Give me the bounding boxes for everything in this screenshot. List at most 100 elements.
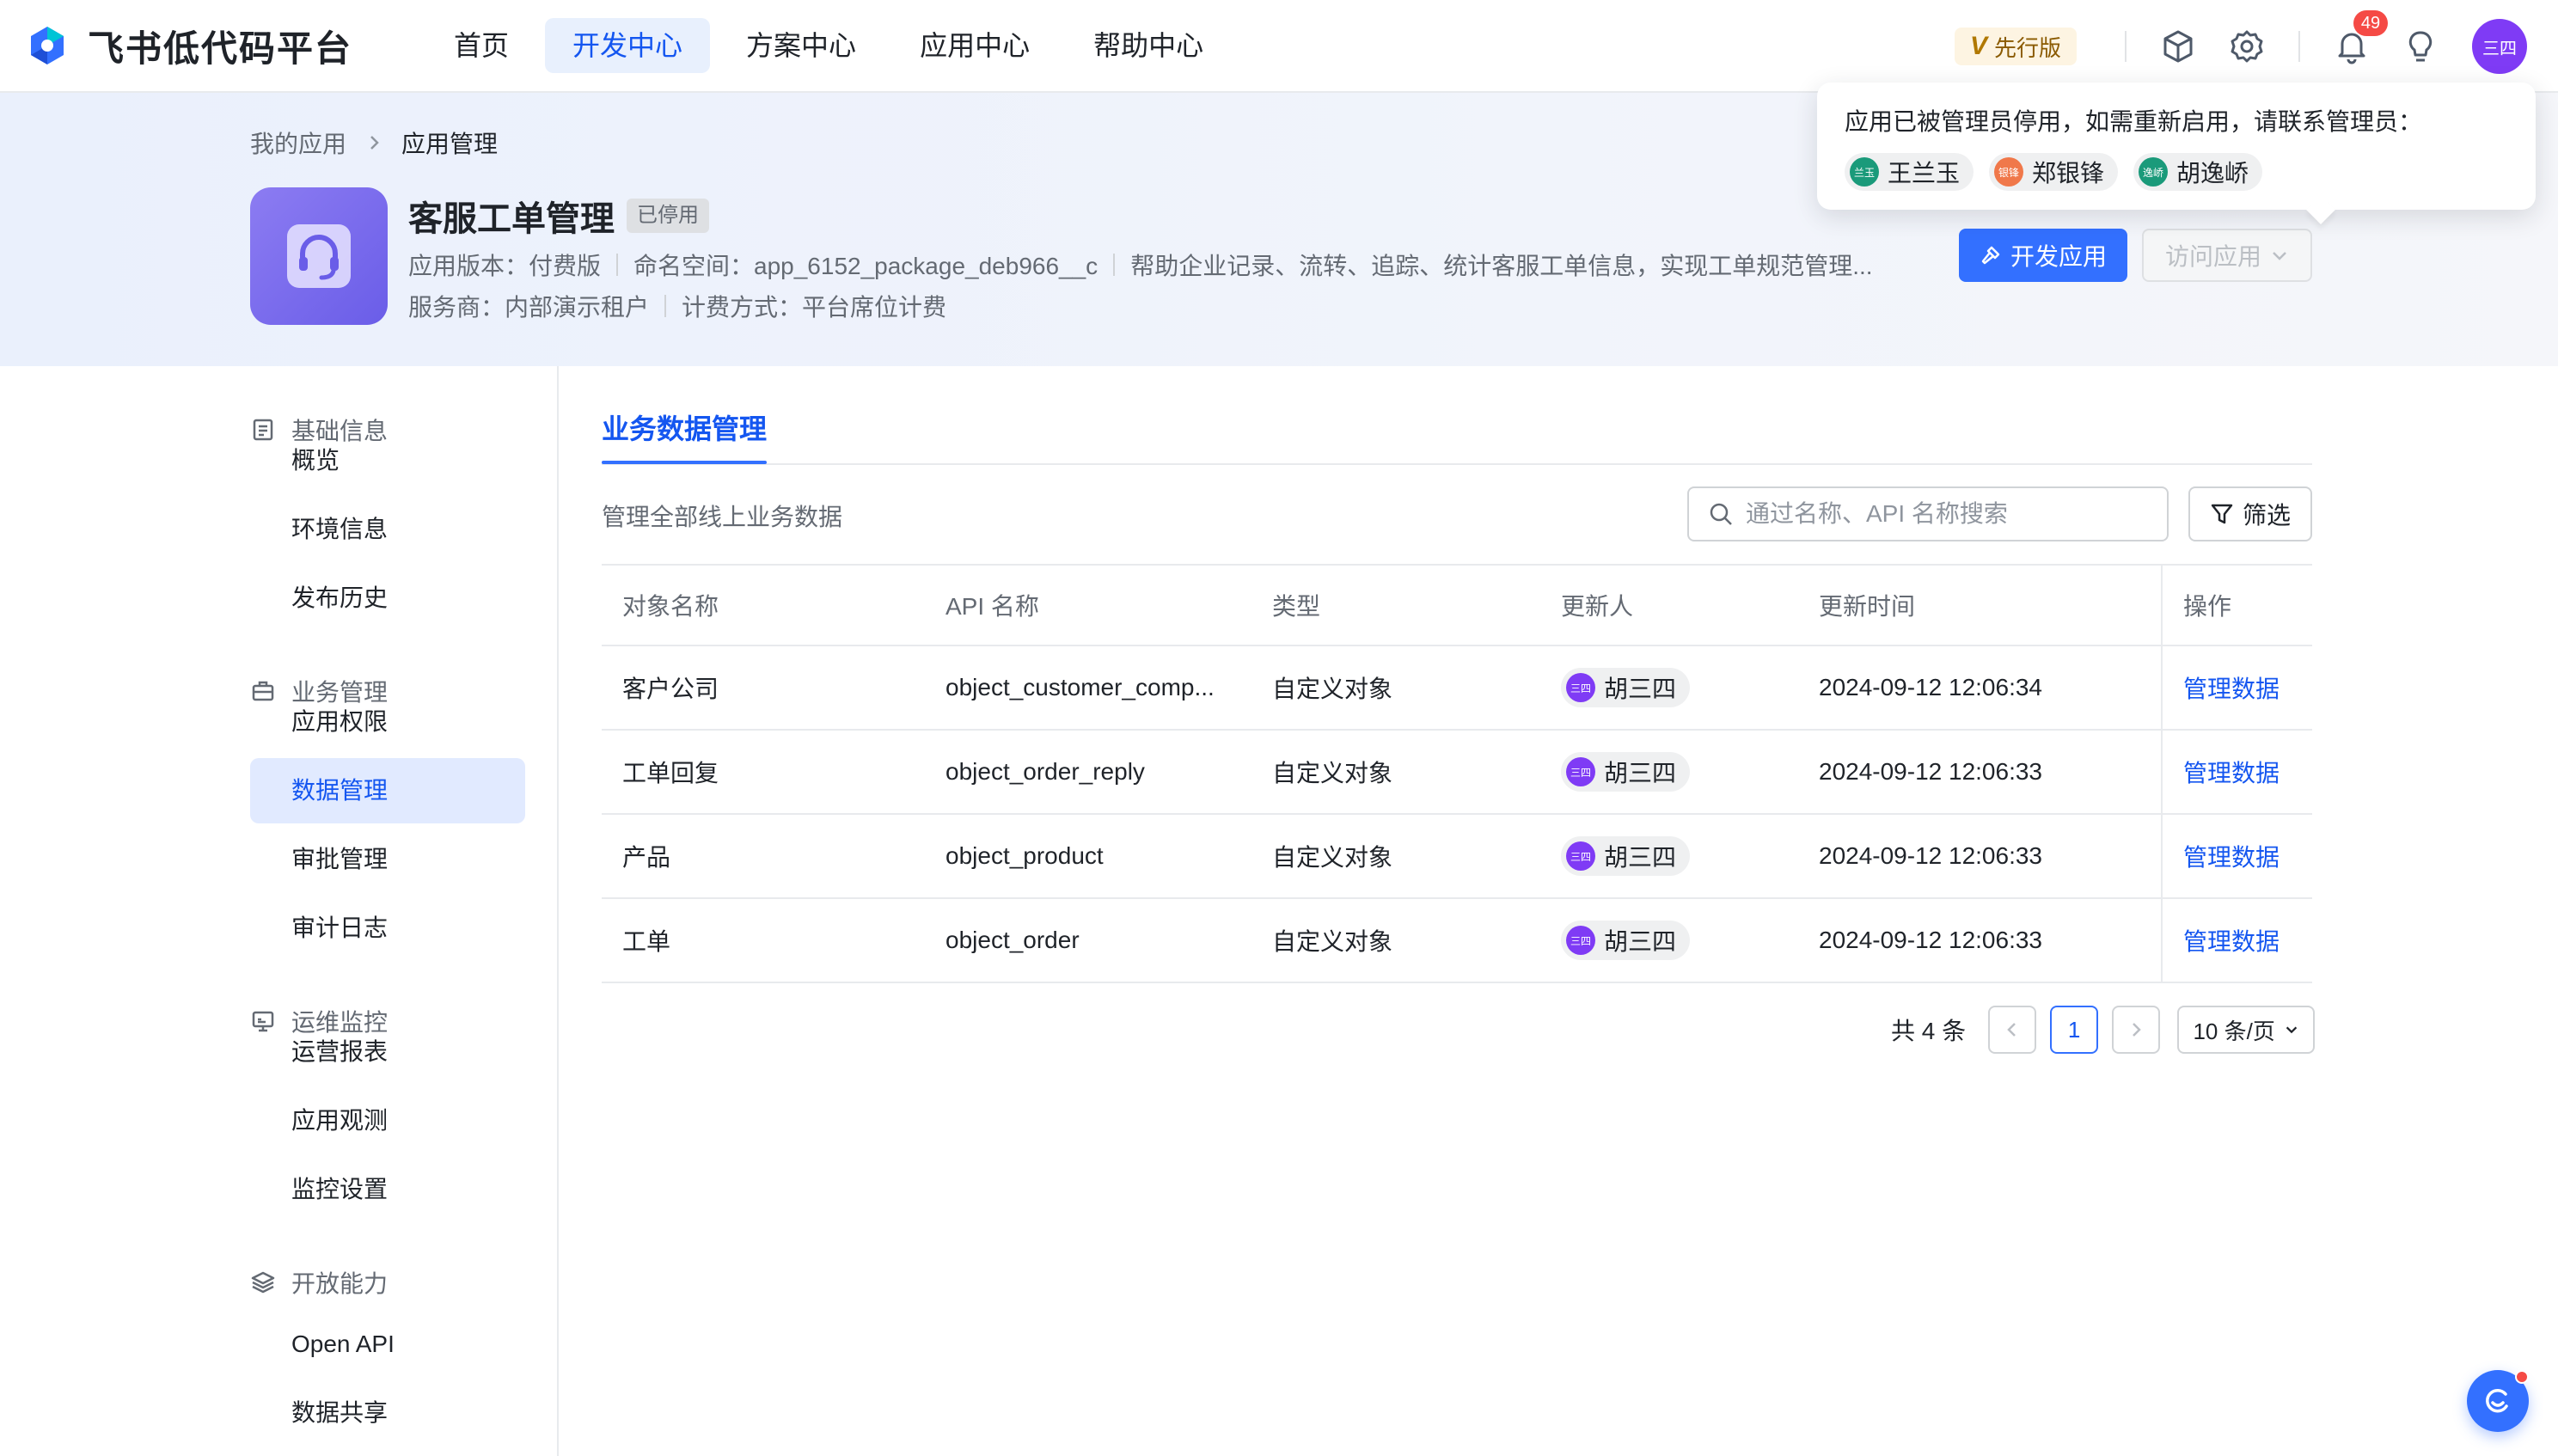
cell-object-name: 产品 [622,844,671,871]
sidebar-item-operation-reports[interactable]: 运营报表 [250,1019,525,1085]
nav-dev-center[interactable]: 开发中心 [545,18,711,73]
cell-api-name: object_order_reply [945,758,1145,785]
logo-text: 飞书低代码平台 [88,28,353,69]
logo-icon [31,27,64,64]
breadcrumb-my-apps[interactable]: 我的应用 [250,125,346,160]
sidebar-item-environment[interactable]: 环境信息 [250,497,525,562]
cell-update-time: 2024-09-12 12:06:33 [1819,842,2042,869]
nav-app-center[interactable]: 应用中心 [892,18,1057,73]
notification-button[interactable]: 49 [2333,10,2388,65]
manage-data-link[interactable]: 管理数据 [2183,670,2280,705]
tab-bar-divider [602,463,2312,465]
page-size-select[interactable]: 10 条/页 [2177,1006,2316,1054]
app-description: 帮助企业记录、流转、追踪、统计客服工单信息，实现工单规范管理... [1130,253,1873,279]
help-chat-button[interactable] [2467,1370,2529,1432]
admin-name: 王兰玉 [1888,160,1961,187]
user-avatar[interactable]: 三四 [2472,19,2527,74]
page-button[interactable]: 1 [2050,1006,2099,1054]
lightbulb-icon[interactable] [2402,28,2439,65]
updater-chip[interactable]: 三四 胡三四 [1561,668,1691,707]
sidebar-item-open-api[interactable]: Open API [250,1312,525,1377]
headset-icon [287,224,351,288]
updater-name: 胡三四 [1604,760,1677,786]
notification-count-badge: 49 [2353,10,2388,36]
app-title-row: 客服工单管理 已停用 [408,191,709,241]
main-nav: 首页 开发中心 方案中心 应用中心 帮助中心 [426,18,1239,73]
next-page-button[interactable] [2112,1006,2161,1054]
updater-chip[interactable]: 三四 胡三四 [1561,921,1691,960]
develop-app-button[interactable]: 开发应用 [1959,229,2127,282]
filter-icon [2211,504,2233,524]
manage-data-link[interactable]: 管理数据 [2183,839,2280,873]
tab-active-indicator [602,461,767,464]
table-row: 工单回复 object_order_reply 自定义对象 三四 胡三四 2024… [602,731,2312,815]
pagination: 共 4 条 1 10 条/页 [1891,1006,2316,1054]
sidebar-item-release-history[interactable]: 发布历史 [250,566,525,631]
gear-icon[interactable] [2228,28,2266,65]
app-meta-row-2: 服务商：内部演示租户 计费方式：平台席位计费 [408,289,946,323]
column-header-updater: 更新人 [1561,593,1634,620]
search-box [1687,486,2169,541]
sidebar-item-app-permissions[interactable]: 应用权限 [250,689,525,755]
logo[interactable]: 飞书低代码平台 [26,20,352,72]
sidebar-item-app-observation[interactable]: 应用观测 [250,1088,525,1153]
data-table: 对象名称 API 名称 类型 更新人 更新时间 操作 客户公司 object_c… [602,564,2312,983]
updater-chip[interactable]: 三四 胡三四 [1561,752,1691,792]
cell-api-name: object_order [945,927,1080,953]
column-divider [2161,731,2163,813]
sidebar-item-data-sharing[interactable]: 数据共享 [250,1380,525,1446]
column-header-type: 类型 [1272,593,1321,620]
prev-page-button[interactable] [1988,1006,2037,1054]
divider [664,295,667,317]
cell-type: 自定义对象 [1272,844,1393,871]
version-badge-letter: V [1969,32,1987,60]
visit-app-label: 访问应用 [2164,243,2261,270]
app-version: 应用版本：付费版 [408,253,602,279]
app-meta-row-1: 应用版本：付费版 命名空间：app_6152_package_deb966__c… [408,248,1873,282]
column-header-update-time: 更新时间 [1819,593,1916,620]
page-description: 管理全部线上业务数据 [602,504,843,530]
nav-help-center[interactable]: 帮助中心 [1066,18,1231,73]
search-icon [1710,503,1732,525]
manage-data-link[interactable]: 管理数据 [2183,755,2280,789]
disabled-app-popover: 应用已被管理员停用，如需重新启用，请联系管理员： 兰玉 王兰玉 银锋 郑银锋 逸… [1817,83,2536,210]
version-badge[interactable]: V 先行版 [1954,28,2077,65]
develop-app-label: 开发应用 [2010,243,2107,270]
divider [2125,31,2127,62]
nav-home[interactable]: 首页 [426,18,536,73]
package-icon[interactable] [2159,28,2197,65]
admin-avatar: 逸峤 [2139,157,2169,187]
cell-api-name: object_product [945,842,1104,869]
admin-chip[interactable]: 兰玉 王兰玉 [1845,153,1974,191]
visit-app-dropdown[interactable]: 访问应用 [2142,229,2312,282]
breadcrumb-app-management: 应用管理 [401,131,499,157]
updater-name: 胡三四 [1604,928,1677,955]
sidebar-item-audit-log[interactable]: 审计日志 [250,896,525,961]
cell-type: 自定义对象 [1272,760,1393,786]
cell-update-time: 2024-09-12 12:06:34 [1819,674,2042,700]
filter-label: 筛选 [2242,502,2291,529]
cell-update-time: 2024-09-12 12:06:33 [1819,927,2042,953]
chat-icon [2486,1388,2508,1413]
tab-business-data[interactable]: 业务数据管理 [602,407,767,447]
cell-api-name: object_customer_comp... [945,674,1215,700]
sidebar-item-overview[interactable]: 概览 [250,428,525,493]
admin-chip[interactable]: 银锋 郑银锋 [1989,153,2119,191]
chevron-down-icon [2273,252,2286,260]
updater-avatar: 三四 [1566,926,1595,955]
search-input[interactable] [1746,500,2150,528]
admin-chip[interactable]: 逸峤 胡逸峤 [2133,153,2263,191]
column-header-actions: 操作 [2183,593,2232,620]
manage-data-link[interactable]: 管理数据 [2183,923,2280,957]
chevron-right-icon [370,136,379,150]
sidebar-item-approval-management[interactable]: 审批管理 [250,827,525,892]
sidebar-item-monitor-settings[interactable]: 监控设置 [250,1157,525,1222]
updater-avatar: 三四 [1566,841,1595,871]
column-divider [2161,566,2163,645]
filter-button[interactable]: 筛选 [2188,486,2312,541]
column-header-api-name: API 名称 [945,593,1039,620]
updater-chip[interactable]: 三四 胡三四 [1561,836,1691,876]
sidebar-item-data-management[interactable]: 数据管理 [250,758,525,823]
cell-update-time: 2024-09-12 12:06:33 [1819,758,2042,785]
nav-solution-center[interactable]: 方案中心 [719,18,884,73]
